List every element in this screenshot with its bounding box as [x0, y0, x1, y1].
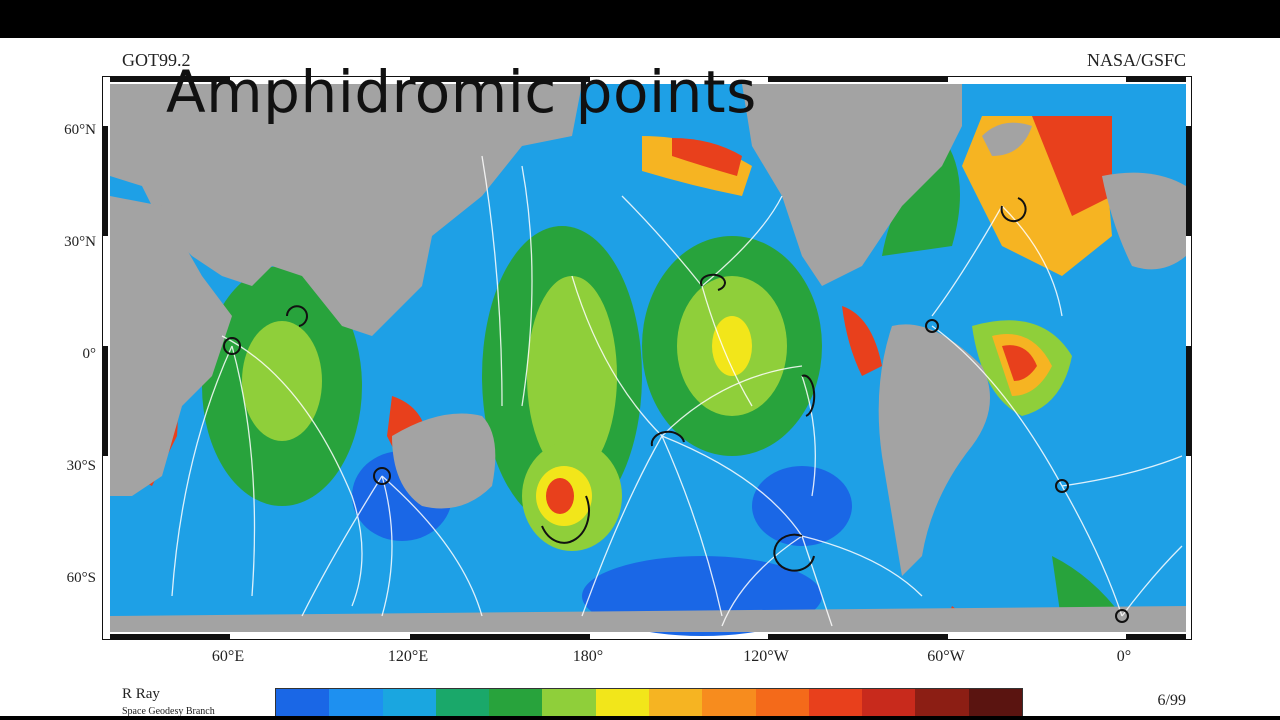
source-label: NASA/GSFC	[1086, 50, 1186, 70]
scale-swatch-0	[276, 689, 330, 719]
scale-swatch-9	[755, 689, 809, 719]
scale-swatch-3	[435, 689, 490, 719]
date-code: 6/99	[1157, 692, 1186, 709]
tidal-map	[102, 76, 1192, 640]
scale-swatch-10	[808, 689, 863, 719]
lat-label-30n: 30°N	[64, 234, 96, 250]
lon-label-120e: 120°E	[387, 648, 429, 665]
scale-swatch-5	[542, 689, 596, 719]
scale-swatch-4	[489, 689, 543, 719]
letterbox-bottom	[0, 716, 1280, 720]
scale-swatch-8	[702, 689, 756, 719]
lon-label-180: 180°	[572, 648, 604, 665]
scale-swatch-13	[968, 689, 1022, 719]
lon-label-60w: 60°W	[927, 648, 965, 665]
scale-swatch-11	[862, 689, 916, 719]
scale-swatch-1	[329, 689, 383, 719]
author-credit: R Ray	[122, 686, 160, 702]
lat-label-0: 0°	[82, 346, 97, 362]
lat-label-60s: 60°S	[66, 570, 96, 586]
lat-label-30s: 30°S	[66, 458, 96, 474]
lon-label-0: 0°	[1116, 648, 1132, 665]
scale-swatch-2	[382, 689, 436, 719]
tidal-map-svg	[102, 76, 1192, 640]
slide: GOT99.2 NASA/GSFC 60°N 30°N 0° 30°S 60°S…	[0, 38, 1280, 720]
scale-swatch-7	[648, 689, 703, 719]
lat-label-60n: 60°N	[64, 122, 96, 138]
scale-swatch-12	[915, 689, 969, 719]
scale-swatch-6	[595, 689, 649, 719]
overlay-title: Amphidromic points	[166, 58, 757, 126]
lon-label-120w: 120°W	[743, 648, 789, 665]
lon-label-60e: 60°E	[211, 648, 245, 665]
